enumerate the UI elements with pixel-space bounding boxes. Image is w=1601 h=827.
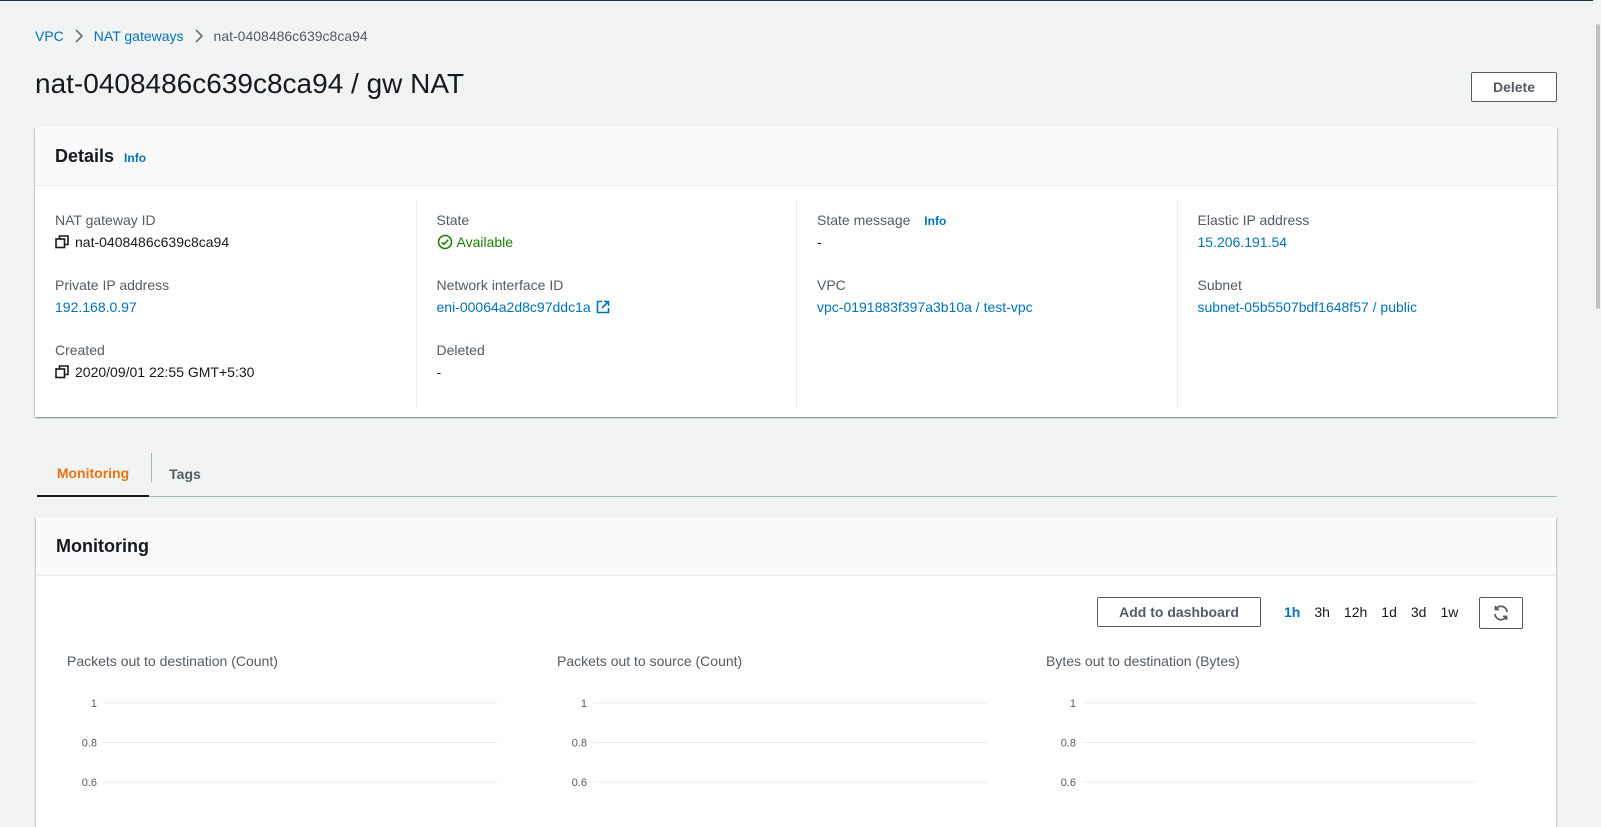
refresh-button[interactable] (1479, 597, 1523, 629)
state-value: Available (437, 234, 797, 250)
range-3h[interactable]: 3h (1314, 604, 1330, 620)
nat-gateway-id-value: nat-0408486c639c8ca94 (55, 234, 416, 250)
range-3d[interactable]: 3d (1411, 604, 1427, 620)
breadcrumb-nat-gateways-link[interactable]: NAT gateways (94, 28, 184, 44)
chevron-right-icon (184, 29, 214, 43)
elastic-ip-label: Elastic IP address (1197, 212, 1310, 228)
state-message-label-text: State message (817, 212, 911, 228)
subnet-label: Subnet (1197, 277, 1242, 293)
y-tick-label: 1 (91, 698, 97, 710)
add-to-dashboard-button[interactable]: Add to dashboard (1097, 597, 1261, 627)
delete-button[interactable]: Delete (1471, 72, 1557, 102)
details-panel: Details Info NAT gateway ID nat-0408486c… (35, 127, 1557, 417)
state-message-info-link[interactable]: Info (924, 214, 946, 228)
elastic-ip-link[interactable]: 15.206.191.54 (1198, 234, 1558, 250)
breadcrumb: VPC NAT gateways nat-0408486c639c8ca94 (35, 28, 368, 44)
chart-title: Packets out to destination (Count) (67, 653, 278, 669)
range-12h[interactable]: 12h (1344, 604, 1367, 620)
network-interface-text[interactable]: eni-00064a2d8c97ddc1a (437, 299, 591, 315)
tab-monitoring[interactable]: Monitoring (37, 450, 149, 497)
tab-tags[interactable]: Tags (152, 450, 218, 497)
created-value: 2020/09/01 22:55 GMT+5:30 (55, 364, 416, 380)
details-column-1: NAT gateway ID nat-0408486c639c8ca94 Pri… (35, 200, 416, 408)
chart-plot: 1 0.8 0.6 (1061, 698, 1476, 789)
vpc-link[interactable]: vpc-0191883f397a3b10a / test-vpc (817, 299, 1177, 315)
chart-plot: 1 0.8 0.6 (572, 698, 987, 789)
refresh-icon (1494, 605, 1508, 621)
chart-packets-out-to-destination: Packets out to destination (Count) 1 0.8 0… (67, 653, 527, 827)
breadcrumb-vpc-link[interactable]: VPC (35, 28, 64, 44)
details-column-4: Elastic IP address 15.206.191.54 Subnet … (1176, 200, 1558, 408)
created-text: 2020/09/01 22:55 GMT+5:30 (75, 364, 255, 380)
external-link-icon[interactable] (596, 300, 610, 314)
created-label: Created (55, 342, 105, 358)
monitoring-header: Monitoring (36, 517, 1556, 576)
y-tick-label: 0.8 (572, 738, 587, 750)
y-tick-label: 0.6 (82, 777, 97, 789)
details-column-3: State message Info - VPC vpc-0191883f397… (796, 200, 1177, 408)
vpc-label: VPC (817, 277, 846, 293)
deleted-label: Deleted (436, 342, 485, 358)
breadcrumb-current: nat-0408486c639c8ca94 (213, 28, 368, 44)
scrollbar-thumb[interactable] (1596, 24, 1600, 309)
details-heading: Details (55, 145, 115, 166)
monitoring-panel: Monitoring Add to dashboard 1h 3h 12h 1d… (36, 517, 1556, 827)
state-text: Available (456, 234, 514, 250)
y-tick-label: 0.8 (1061, 738, 1076, 750)
details-column-2: State Available Network interface ID eni… (415, 200, 797, 408)
details-info-link[interactable]: Info (124, 151, 146, 165)
range-1w[interactable]: 1w (1440, 604, 1458, 620)
chevron-right-icon (64, 29, 94, 43)
subnet-link[interactable]: subnet-05b5507bdf1648f57 / public (1198, 299, 1558, 315)
page-scrollbar[interactable] (1593, 0, 1601, 827)
y-tick-label: 1 (1070, 698, 1076, 710)
nat-gateway-id-text: nat-0408486c639c8ca94 (75, 234, 230, 250)
y-tick-label: 1 (581, 698, 587, 710)
page-title: nat-0408486c639c8ca94 / gw NAT (35, 68, 465, 99)
chart-title: Bytes out to destination (Bytes) (1046, 653, 1240, 669)
state-message-label: State message Info (817, 200, 1177, 234)
network-interface-label: Network interface ID (436, 277, 564, 293)
monitoring-toolbar: Add to dashboard 1h 3h 12h 1d 3d 1w (36, 597, 1556, 629)
state-label: State (436, 212, 470, 228)
monitoring-heading: Monitoring (56, 535, 149, 556)
details-header: Details Info (35, 127, 1557, 186)
tab-bar: Monitoring Tags (37, 450, 1557, 497)
chart-packets-out-to-source: Packets out to source (Count) 1 0.8 0.6 (557, 653, 1017, 827)
nat-gateway-id-label: NAT gateway ID (55, 212, 156, 228)
time-range-selector: 1h 3h 12h 1d 3d 1w (1284, 597, 1472, 627)
state-message-value: - (817, 234, 822, 250)
deleted-value: - (436, 364, 442, 380)
range-1h[interactable]: 1h (1284, 604, 1300, 620)
y-tick-label: 0.6 (1061, 777, 1076, 789)
y-tick-label: 0.6 (572, 777, 587, 789)
chart-bytes-out-to-destination: Bytes out to destination (Bytes) 1 0.8 0.6 (1046, 653, 1506, 827)
range-1d[interactable]: 1d (1381, 604, 1397, 620)
chart-plot: 1 0.8 0.6 (82, 698, 497, 789)
private-ip-label: Private IP address (55, 277, 170, 293)
y-tick-label: 0.8 (82, 738, 97, 750)
private-ip-link[interactable]: 192.168.0.97 (55, 299, 416, 315)
copy-icon[interactable] (55, 365, 69, 379)
chart-title: Packets out to source (Count) (557, 653, 743, 669)
network-interface-link[interactable]: eni-00064a2d8c97ddc1a (437, 299, 797, 315)
top-border (0, 0, 1601, 1)
copy-icon[interactable] (55, 235, 69, 249)
check-circle-icon (437, 234, 453, 250)
